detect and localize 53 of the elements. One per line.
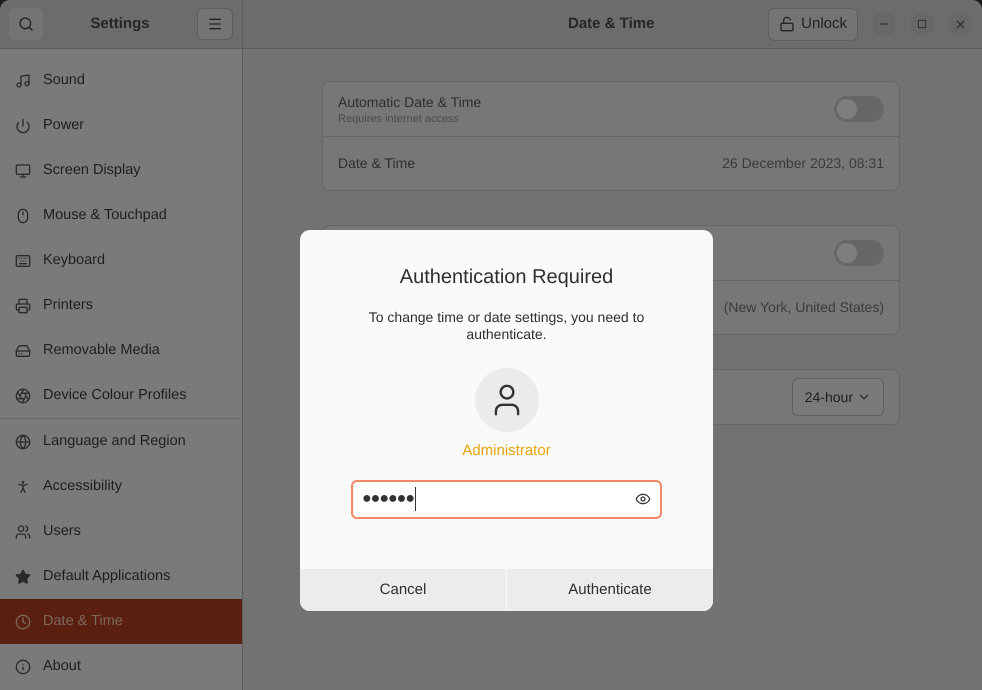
sidebar-item[interactable]: Removable Media	[0, 328, 242, 373]
search-button[interactable]	[9, 8, 43, 40]
sidebar-title: Settings	[90, 14, 150, 34]
sidebar-item[interactable]: Sound	[0, 58, 242, 103]
close-icon	[954, 18, 966, 30]
globe-icon	[15, 434, 31, 450]
close-button[interactable]	[948, 12, 972, 36]
sidebar-item[interactable]: Mouse & Touchpad	[0, 193, 242, 238]
sidebar-item[interactable]: Screen Display	[0, 148, 242, 193]
sidebar-item[interactable]: Date & Time	[0, 599, 242, 644]
printer-icon	[15, 298, 31, 314]
info-icon	[15, 658, 31, 674]
user-name: Administrator	[462, 441, 551, 461]
sidebar-item[interactable]: Keyboard	[0, 238, 242, 283]
password-value: ●●●●●●	[362, 487, 416, 511]
keyboard-icon	[15, 252, 31, 268]
format-dropdown[interactable]: 24-hour	[792, 378, 884, 416]
search-icon	[18, 16, 34, 32]
music-note-icon	[15, 72, 31, 88]
maximize-button[interactable]	[910, 12, 934, 36]
sidebar-item[interactable]: Power	[0, 103, 242, 148]
maximize-icon	[917, 19, 927, 29]
dialog-message: To change time or date settings, you need to authenticate.	[368, 309, 646, 343]
sidebar-item[interactable]: Users	[0, 509, 242, 554]
aperture-icon	[15, 388, 31, 404]
mouse-icon	[15, 208, 31, 224]
toggle-switch[interactable]	[834, 240, 884, 266]
menu-button[interactable]	[197, 8, 233, 40]
dialog-title: Authentication Required	[400, 265, 614, 290]
unlock-button[interactable]: Unlock	[768, 8, 858, 40]
clock-icon	[15, 614, 31, 630]
menu-icon	[207, 16, 223, 32]
authenticate-button[interactable]: Authenticate	[506, 569, 713, 611]
page-title: Date & Time	[568, 14, 654, 34]
eye-icon[interactable]	[635, 491, 651, 507]
sidebar-item[interactable]: Language and Region	[0, 419, 242, 464]
users-icon	[15, 524, 31, 540]
row-value: 26 December 2023, 08:31	[722, 154, 884, 173]
sidebar-item[interactable]: Printers	[0, 283, 242, 328]
sidebar-item[interactable]: About	[0, 644, 242, 689]
sidebar-item[interactable]: Device Colour Profiles	[0, 373, 242, 418]
power-icon	[15, 118, 31, 134]
password-field[interactable]: ●●●●●●	[351, 480, 662, 518]
row-label: Automatic Date & Time	[338, 92, 482, 112]
drive-icon	[15, 342, 31, 358]
toggle-switch[interactable]	[834, 96, 884, 122]
row-label: Date & Time	[338, 154, 416, 173]
padlock-icon	[779, 16, 796, 32]
row-value: (New York, United States)	[724, 298, 884, 317]
star-icon	[15, 568, 31, 584]
sidebar-item[interactable]: Default Applications	[0, 554, 242, 599]
monitor-icon	[15, 162, 31, 178]
sidebar-item[interactable]: Accessibility	[0, 464, 242, 509]
